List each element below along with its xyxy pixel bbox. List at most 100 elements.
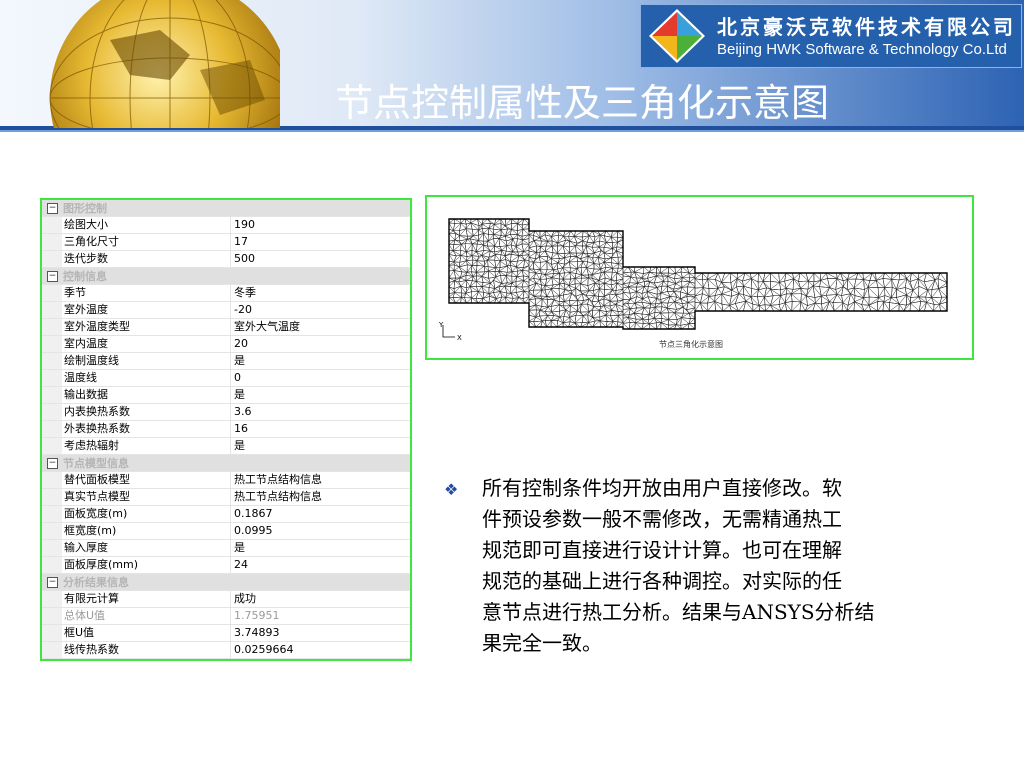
property-row[interactable]: 外表换热系数 16 [42, 421, 410, 438]
property-key: 输出数据 [62, 387, 231, 403]
property-row[interactable]: 三角化尺寸 17 [42, 234, 410, 251]
property-row[interactable]: 线传热系数 0.0259664 [42, 642, 410, 659]
description-line: 果完全一致。 [482, 631, 602, 655]
description-line: 意节点进行热工分析。结果与ANSYS分析结 [482, 600, 875, 624]
property-row[interactable]: 有限元计算 成功 [42, 591, 410, 608]
row-gutter [42, 319, 62, 335]
header-divider-accent [0, 130, 1024, 132]
property-row[interactable]: 季节 冬季 [42, 285, 410, 302]
property-row[interactable]: 绘图大小 190 [42, 217, 410, 234]
mesh-figure: YX 节点三角化示意图 [425, 195, 974, 360]
property-key: 室内温度 [62, 336, 231, 352]
grid-category[interactable]: − 分析结果信息 [42, 574, 410, 591]
row-gutter [42, 251, 62, 267]
property-row[interactable]: 迭代步数 500 [42, 251, 410, 268]
property-value[interactable]: 是 [231, 540, 410, 556]
grid-category[interactable]: − 控制信息 [42, 268, 410, 285]
property-key: 内表换热系数 [62, 404, 231, 420]
property-key: 替代面板模型 [62, 472, 231, 488]
property-value[interactable]: 热工节点结构信息 [231, 472, 410, 488]
property-value[interactable]: -20 [231, 302, 410, 318]
property-key: 外表换热系数 [62, 421, 231, 437]
property-row[interactable]: 室外温度 -20 [42, 302, 410, 319]
category-label: 分析结果信息 [63, 576, 129, 589]
property-key: 季节 [62, 285, 231, 301]
property-row[interactable]: 面板厚度(mm) 24 [42, 557, 410, 574]
property-row[interactable]: 真实节点模型 热工节点结构信息 [42, 489, 410, 506]
property-row[interactable]: 框U值 3.74893 [42, 625, 410, 642]
property-key: 面板厚度(mm) [62, 557, 231, 573]
row-gutter [42, 540, 62, 556]
property-key: 有限元计算 [62, 591, 231, 607]
collapse-toggle-icon[interactable]: − [47, 270, 58, 282]
property-row[interactable]: 考虑热辐射是 [42, 438, 410, 455]
mesh-glazing-edge-region [622, 266, 696, 330]
property-row[interactable]: 温度线 0 [42, 370, 410, 387]
page-title: 节点控制属性及三角化示意图 [335, 81, 830, 125]
property-row[interactable]: 输入厚度是 [42, 540, 410, 557]
property-value[interactable]: 500 [231, 251, 410, 267]
row-gutter [42, 489, 62, 505]
property-key: 框U值 [62, 625, 231, 641]
property-value[interactable]: 冬季 [231, 285, 410, 301]
property-key: 总体U值 [62, 608, 231, 624]
property-value[interactable]: 20 [231, 336, 410, 352]
mesh-outline [448, 218, 948, 330]
row-gutter [42, 557, 62, 573]
property-value[interactable]: 是 [231, 353, 410, 369]
property-row[interactable]: 室内温度 20 [42, 336, 410, 353]
property-key: 迭代步数 [62, 251, 231, 267]
property-key: 真实节点模型 [62, 489, 231, 505]
grid-category[interactable]: − 图形控制 [42, 200, 410, 217]
property-value[interactable]: 190 [231, 217, 410, 233]
property-key: 室外温度 [62, 302, 231, 318]
property-value[interactable]: 是 [231, 387, 410, 403]
row-gutter [42, 608, 62, 624]
row-gutter [42, 642, 62, 658]
property-value[interactable]: 0.0995 [231, 523, 410, 539]
property-value[interactable]: 成功 [231, 591, 410, 607]
row-gutter [42, 472, 62, 488]
property-value[interactable]: 16 [231, 421, 410, 437]
collapse-toggle-icon[interactable]: − [47, 202, 58, 214]
row-gutter [42, 523, 62, 539]
property-value[interactable]: 3.6 [231, 404, 410, 420]
grid-category[interactable]: − 节点模型信息 [42, 455, 410, 472]
property-row[interactable]: 输出数据是 [42, 387, 410, 404]
property-grid[interactable]: − 图形控制 绘图大小 190 三角化尺寸 17 迭代步数 500− 控制信息 季节 冬季 室外温度 -… [40, 198, 412, 661]
property-value[interactable]: 1.75951 [231, 608, 410, 624]
description-line: 件预设参数一般不需修改，无需精通热工 [482, 507, 842, 531]
row-gutter [42, 387, 62, 403]
row-gutter [42, 285, 62, 301]
property-row[interactable]: 面板宽度(m) 0.1867 [42, 506, 410, 523]
property-row[interactable]: 替代面板模型 热工节点结构信息 [42, 472, 410, 489]
triangulation-mesh-image: YX [438, 218, 948, 342]
row-gutter [42, 506, 62, 522]
property-value[interactable]: 是 [231, 438, 410, 454]
property-value[interactable]: 17 [231, 234, 410, 250]
property-value[interactable]: 室外大气温度 [231, 319, 410, 335]
collapse-toggle-icon[interactable]: − [47, 457, 58, 469]
collapse-toggle-icon[interactable]: − [47, 576, 58, 588]
property-value[interactable]: 0.1867 [231, 506, 410, 522]
property-row[interactable]: 室外温度类型 室外大气温度 [42, 319, 410, 336]
property-key: 绘制温度线 [62, 353, 231, 369]
property-value[interactable]: 0 [231, 370, 410, 386]
property-value[interactable]: 3.74893 [231, 625, 410, 641]
row-gutter [42, 625, 62, 641]
property-value[interactable]: 24 [231, 557, 410, 573]
row-gutter [42, 353, 62, 369]
row-gutter [42, 438, 62, 454]
property-row[interactable]: 框宽度(m) 0.0995 [42, 523, 410, 540]
property-row[interactable]: 绘制温度线是 [42, 353, 410, 370]
company-name-cn: 北京豪沃克软件技术有限公司 [717, 15, 1016, 39]
mesh-sash-region [528, 230, 624, 328]
property-value[interactable]: 0.0259664 [231, 642, 410, 658]
property-key: 输入厚度 [62, 540, 231, 556]
axis-y-label: Y [438, 321, 444, 329]
property-key: 三角化尺寸 [62, 234, 231, 250]
property-row[interactable]: 总体U值 1.75951 [42, 608, 410, 625]
property-key: 考虑热辐射 [62, 438, 231, 454]
property-row[interactable]: 内表换热系数 3.6 [42, 404, 410, 421]
property-value[interactable]: 热工节点结构信息 [231, 489, 410, 505]
